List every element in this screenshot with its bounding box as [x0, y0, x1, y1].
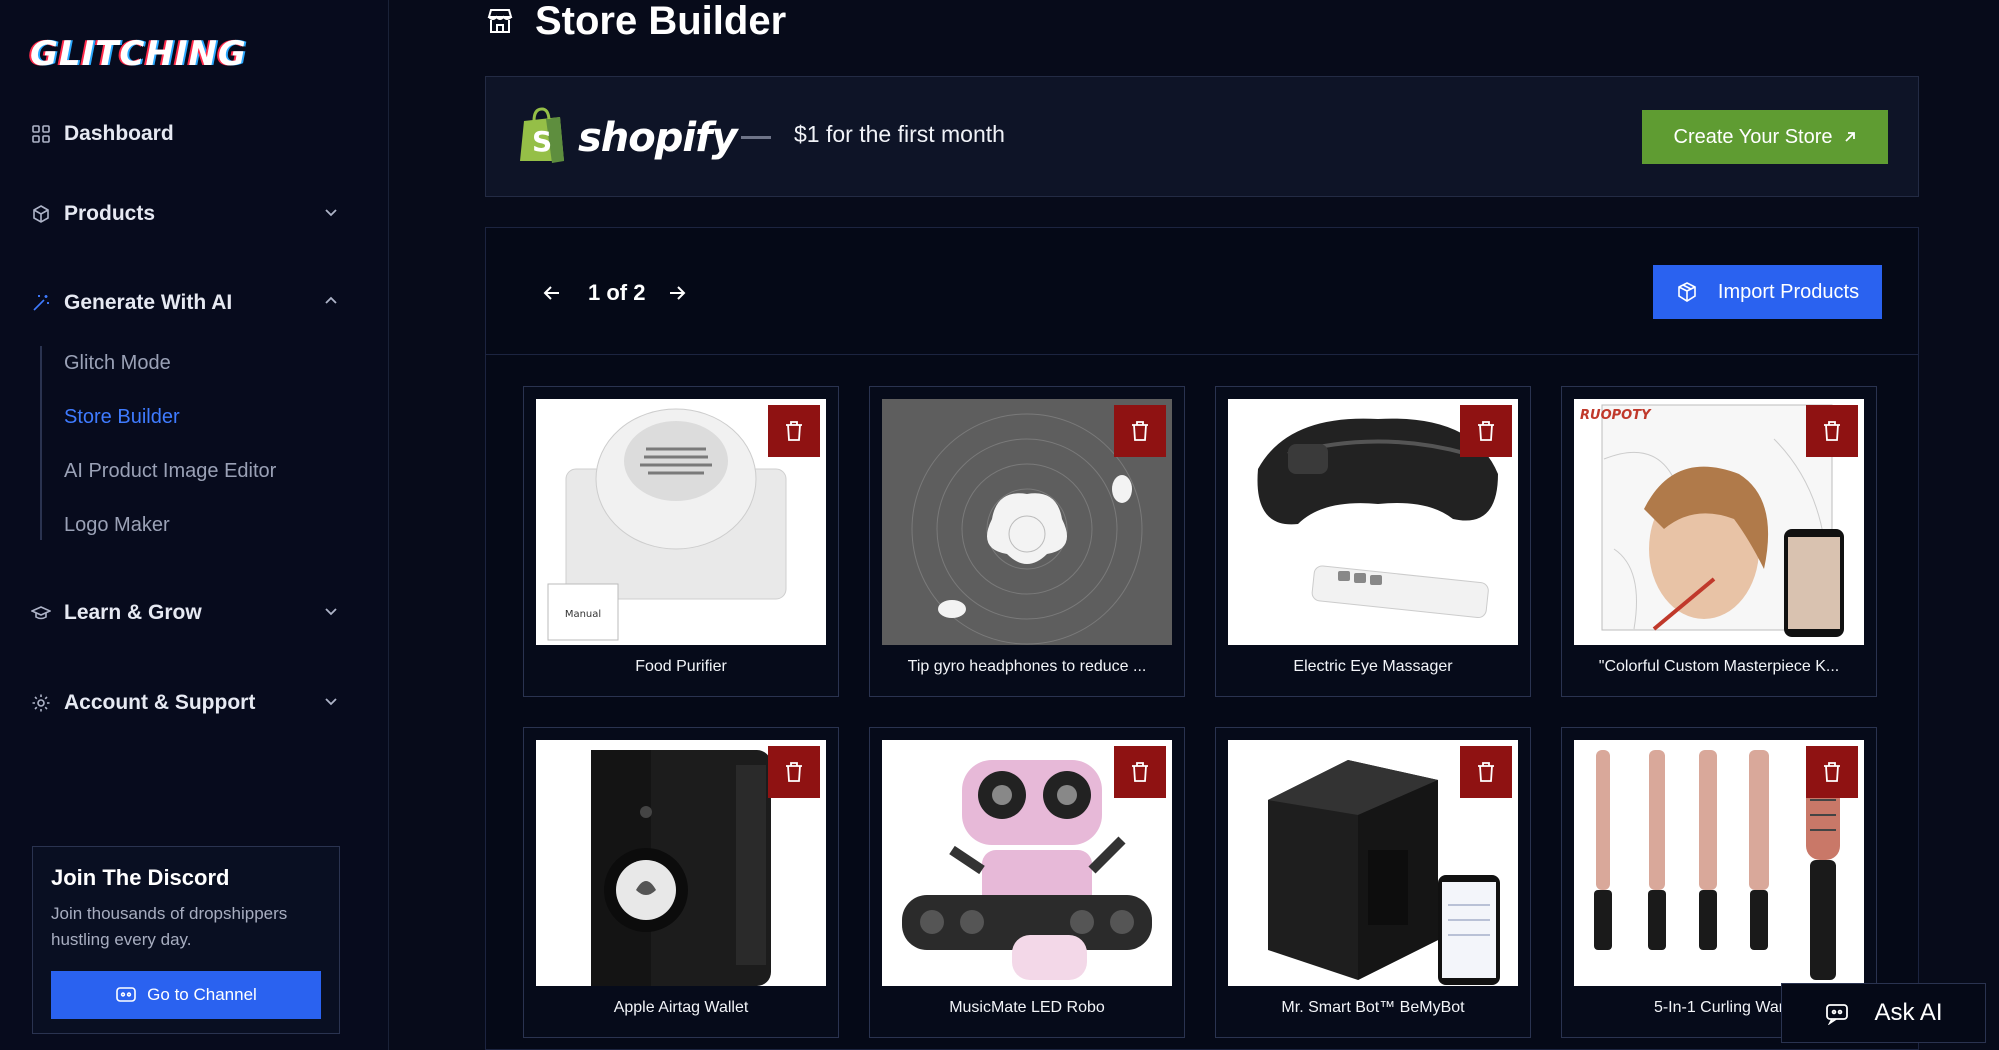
app-window: GLITCHING Dashboard Products Generate Wi… — [0, 0, 1999, 1050]
shopify-wordmark: shopify — [578, 114, 738, 161]
product-name: Food Purifier — [635, 658, 727, 675]
sidebar-item-generate-with-ai[interactable]: Generate With AI — [30, 283, 340, 323]
sidebar: GLITCHING Dashboard Products Generate Wi… — [0, 0, 389, 1050]
go-to-channel-label: Go to Channel — [147, 985, 257, 1004]
arrow-right-icon[interactable] — [665, 281, 689, 305]
external-link-icon — [1843, 130, 1857, 144]
product-card[interactable]: Electric Eye Massager — [1215, 386, 1531, 697]
magic-wand-icon — [30, 292, 52, 314]
shopify-offer: $1 for the first month — [794, 121, 1005, 147]
sidebar-item-label: Account & Support — [64, 691, 256, 714]
trash-icon[interactable] — [1460, 746, 1512, 798]
page-header: Store Builder — [485, 0, 787, 43]
box-icon — [30, 203, 52, 225]
sidebar-subitem-store-builder[interactable]: Store Builder — [64, 406, 180, 429]
gear-icon — [30, 692, 52, 714]
product-name: Mr. Smart Bot™ BeMyBot — [1281, 999, 1465, 1016]
panel-header: 1 of 2 Import Products — [486, 228, 1918, 355]
product-name: Apple Airtag Wallet — [613, 999, 749, 1016]
page-title: Store Builder — [535, 0, 787, 43]
sidebar-item-learn-grow[interactable]: Learn & Grow — [30, 593, 340, 633]
discord-title: Join The Discord — [51, 865, 230, 890]
go-to-channel-button[interactable]: Go to Channel — [51, 971, 321, 1019]
discord-text: Join thousands of dropshippers hustling … — [51, 904, 288, 949]
import-products-label: Import Products — [1717, 280, 1860, 303]
sidebar-item-label: Products — [64, 202, 156, 225]
trash-icon[interactable] — [1114, 405, 1166, 457]
shopify-banner: S shopify $1 for the first month Create … — [485, 76, 1919, 197]
page-indicator: 1 of 2 — [588, 280, 646, 305]
sidebar-subitem-logo-maker[interactable]: Logo Maker — [64, 514, 170, 537]
chevron-down-icon[interactable] — [322, 203, 340, 227]
create-your-store-button[interactable]: Create Your Store — [1642, 110, 1888, 164]
sidebar-subitem-ai-product-image-editor[interactable]: AI Product Image Editor — [64, 460, 276, 483]
store-icon — [485, 6, 515, 36]
product-card[interactable]: RUOPOTY "Colorful Custom Masterpiece K..… — [1561, 386, 1877, 697]
grid-icon — [30, 123, 52, 145]
chevron-down-icon[interactable] — [322, 602, 340, 626]
trash-icon[interactable] — [1114, 746, 1166, 798]
pagination: 1 of 2 — [540, 280, 689, 306]
ask-ai-button[interactable]: Ask AI — [1781, 983, 1986, 1043]
trash-icon[interactable] — [1806, 746, 1858, 798]
svg-text:S: S — [532, 125, 552, 158]
brand-label: RUOPOTY — [1580, 408, 1652, 423]
create-store-label: Create Your Store — [1673, 125, 1833, 148]
trash-icon[interactable] — [1460, 405, 1512, 457]
product-card[interactable]: MusicMate LED Robo — [869, 727, 1185, 1038]
graduation-cap-icon — [30, 602, 52, 624]
submenu-guide-line — [40, 346, 42, 540]
product-card[interactable]: Mr. Smart Bot™ BeMyBot — [1215, 727, 1531, 1038]
chevron-up-icon[interactable] — [322, 292, 340, 316]
trash-icon[interactable] — [1806, 405, 1858, 457]
sidebar-item-label: Dashboard — [64, 122, 174, 145]
trash-icon[interactable] — [768, 746, 820, 798]
package-icon — [1676, 281, 1708, 303]
brand-logo[interactable]: GLITCHING — [30, 34, 247, 74]
product-card[interactable]: Tip gyro headphones to reduce ... — [869, 386, 1185, 697]
shopify-bag-icon: S — [516, 105, 568, 170]
products-panel: 1 of 2 Import Products Manual Food Purif… — [485, 227, 1919, 1050]
product-card[interactable]: Manual Food Purifier — [523, 386, 839, 697]
product-name: MusicMate LED Robo — [949, 999, 1105, 1016]
chevron-down-icon[interactable] — [322, 692, 340, 716]
manual-label: Manual — [565, 609, 601, 620]
product-name: Tip gyro headphones to reduce ... — [907, 658, 1147, 675]
sidebar-item-label: Generate With AI — [64, 291, 233, 314]
sidebar-subitem-glitch-mode[interactable]: Glitch Mode — [64, 352, 171, 375]
discord-icon — [115, 986, 137, 1004]
sidebar-item-account-support[interactable]: Account & Support — [30, 683, 340, 723]
trash-icon[interactable] — [768, 405, 820, 457]
divider — [741, 136, 771, 139]
shopify-logo: S shopify — [516, 105, 738, 170]
chat-bot-icon — [1824, 1001, 1862, 1025]
ask-ai-label: Ask AI — [1874, 999, 1943, 1026]
product-card[interactable]: Apple Airtag Wallet — [523, 727, 839, 1038]
product-name: Electric Eye Massager — [1293, 658, 1453, 675]
sidebar-item-dashboard[interactable]: Dashboard — [30, 114, 340, 154]
import-products-button[interactable]: Import Products — [1653, 265, 1882, 319]
product-name: "Colorful Custom Masterpiece K... — [1598, 658, 1840, 675]
discord-card: Join The Discord Join thousands of drops… — [32, 846, 340, 1034]
sidebar-item-products[interactable]: Products — [30, 194, 340, 234]
arrow-left-icon[interactable] — [540, 281, 564, 305]
sidebar-item-label: Learn & Grow — [64, 601, 202, 624]
